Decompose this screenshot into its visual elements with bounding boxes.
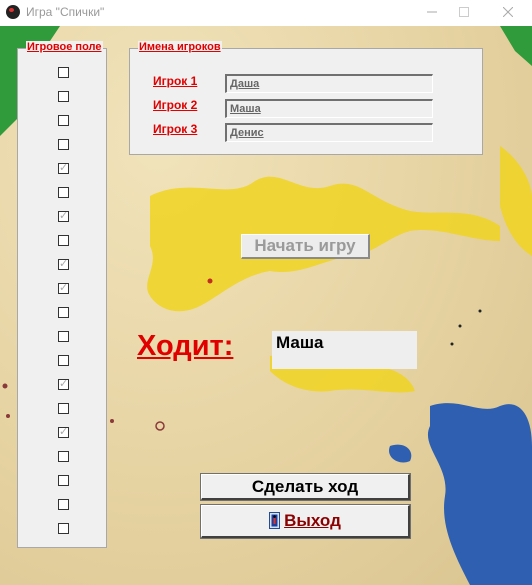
match-checkbox[interactable] [58, 235, 69, 246]
maximize-icon [459, 7, 469, 17]
window-title: Игра "Спички" [26, 5, 105, 19]
match-checkbox[interactable] [58, 355, 69, 366]
match-checkbox[interactable] [58, 403, 69, 414]
match-checkbox[interactable] [58, 209, 69, 222]
start-game-button[interactable]: Начать игру [241, 234, 370, 259]
close-icon [502, 6, 514, 18]
minimize-icon [427, 11, 437, 13]
player-names-group: Имена игроков Игрок 1 Игрок 2 Игрок 3 [129, 41, 483, 155]
door-exit-icon [269, 509, 281, 529]
player-1-name-input[interactable] [225, 74, 433, 93]
match-checkbox[interactable] [58, 139, 69, 150]
game-field-group: Игровое поле [17, 41, 107, 548]
match-checkbox[interactable] [58, 377, 69, 390]
player-2-name-input[interactable] [225, 99, 433, 118]
match-checkbox[interactable] [58, 115, 69, 126]
player-1-label: Игрок 1 [153, 74, 198, 88]
title-bar[interactable]: Игра "Спички" [0, 0, 532, 26]
match-checkbox[interactable] [58, 523, 69, 534]
game-window: Игра "Спички" Игровое поле ✓ ✓ ✓ ✓ ✓ ✓ И… [0, 0, 532, 585]
current-player-display: Маша [272, 331, 417, 369]
player-3-label: Игрок 3 [153, 122, 198, 136]
exit-button-label: Выход [284, 511, 341, 530]
match-checkbox[interactable] [58, 257, 69, 270]
player-3-name-input[interactable] [225, 123, 433, 142]
match-checkbox[interactable] [58, 499, 69, 510]
match-checkbox[interactable] [58, 281, 69, 294]
match-checkbox[interactable] [58, 161, 69, 174]
match-checkbox[interactable] [58, 307, 69, 318]
current-turn-label: Ходит: [137, 330, 234, 362]
close-button[interactable] [489, 3, 527, 23]
match-checkbox[interactable] [58, 451, 69, 462]
match-checkbox[interactable] [58, 91, 69, 102]
client-area: Игровое поле Имена игроков Игрок 1 Игрок… [0, 26, 532, 585]
app-icon [6, 5, 20, 19]
make-move-button[interactable]: Сделать ход [200, 473, 411, 501]
match-checkbox[interactable] [58, 187, 69, 198]
player-names-legend: Имена игроков [138, 41, 222, 53]
player-2-label: Игрок 2 [153, 98, 198, 112]
match-checkbox[interactable] [58, 67, 69, 78]
game-field-legend: Игровое поле [26, 41, 103, 53]
match-checkbox[interactable] [58, 475, 69, 486]
maximize-button[interactable] [445, 3, 483, 23]
match-checkbox[interactable] [58, 425, 69, 438]
match-checkbox[interactable] [58, 331, 69, 342]
exit-button[interactable]: Выход [200, 504, 411, 539]
